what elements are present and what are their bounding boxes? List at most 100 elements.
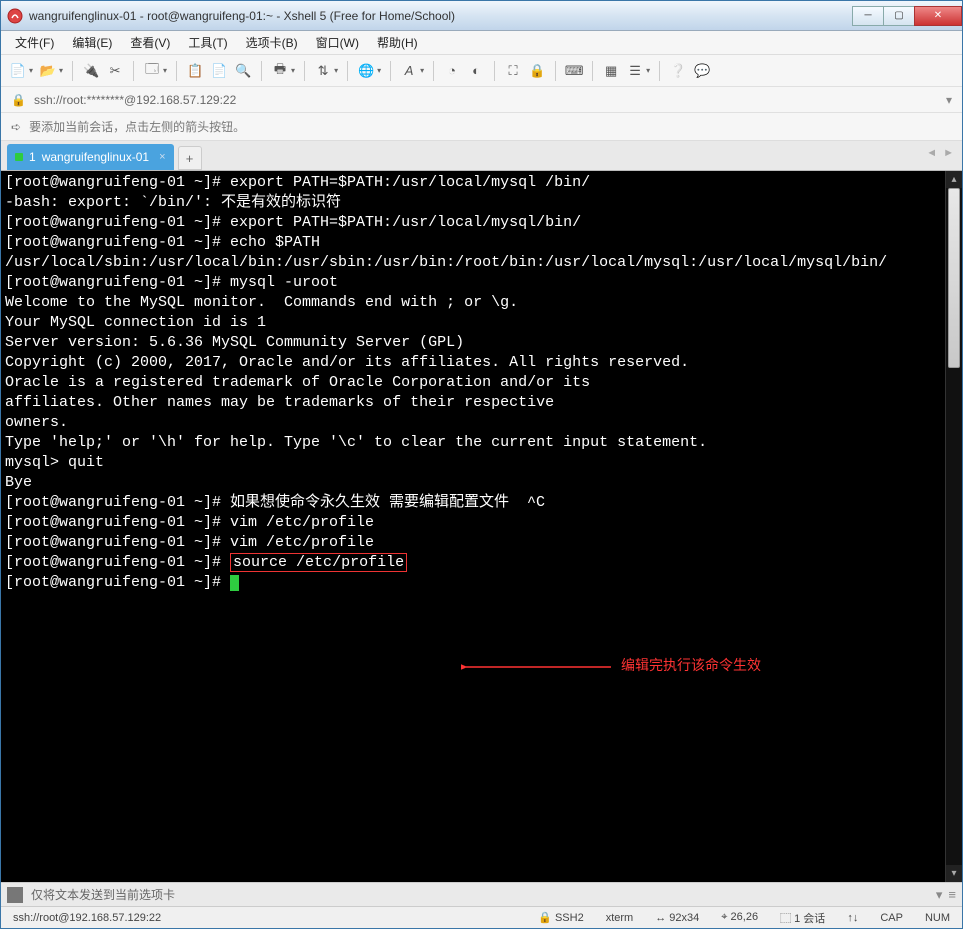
send-bar: 仅将文本发送到当前选项卡 ▾ ≡ (1, 882, 962, 906)
help-icon[interactable]: ❔ (669, 62, 687, 80)
menu-help[interactable]: 帮助(H) (373, 32, 422, 53)
terminal-line: Bye (5, 473, 941, 493)
terminal-line: owners. (5, 413, 941, 433)
print-icon[interactable]: 🖶 (271, 62, 289, 80)
theme-icon[interactable]: ◐ (467, 62, 485, 80)
paste-icon[interactable]: 📄 (210, 62, 228, 80)
tabbar: 1 wangruifenglinux-01 × + ◄ ► (1, 141, 962, 171)
net-down-icon: ↓ (853, 912, 859, 924)
send-list-icon[interactable]: ≡ (948, 887, 956, 903)
terminal-line: [root@wangruifeng-01 ~]# vim /etc/profil… (5, 513, 941, 533)
statusbar: ssh://root@192.168.57.129:22 🔒 SSH2 xter… (1, 906, 962, 928)
terminal-line: [root@wangruifeng-01 ~]# source /etc/pro… (5, 553, 941, 573)
globe-icon[interactable]: 🌐 (357, 62, 375, 80)
terminal-area: [root@wangruifeng-01 ~]# export PATH=$PA… (1, 171, 962, 882)
maximize-button[interactable]: ▢ (883, 6, 915, 26)
annotation-text: 编辑完执行该命令生效 (621, 657, 761, 677)
hint-arrow-icon[interactable]: ➪ (11, 120, 21, 134)
status-cap: CAP (876, 912, 907, 924)
menu-file[interactable]: 文件(F) (11, 32, 58, 53)
properties-icon[interactable]: 🗔 (143, 62, 161, 80)
status-term: xterm (602, 912, 638, 924)
status-num: NUM (921, 912, 954, 924)
annotation-arrow (461, 657, 621, 677)
copy-icon[interactable]: 📋 (186, 62, 204, 80)
scroll-thumb[interactable] (948, 188, 960, 368)
session-tab[interactable]: 1 wangruifenglinux-01 × (7, 144, 174, 170)
status-lock-icon: 🔒 (538, 912, 552, 924)
keyboard-icon[interactable]: ⌨ (565, 62, 583, 80)
titlebar: wangruifenglinux-01 - root@wangruifeng-0… (1, 1, 962, 31)
scrollbar[interactable]: ▴ ▾ (945, 171, 962, 882)
menu-view[interactable]: 查看(V) (126, 32, 174, 53)
tab-close-icon[interactable]: × (159, 151, 165, 163)
terminal-line: mysql> quit (5, 453, 941, 473)
terminal-line: [root@wangruifeng-01 ~]# vim /etc/profil… (5, 533, 941, 553)
menu-edit[interactable]: 编辑(E) (68, 32, 116, 53)
tab-index: 1 (29, 150, 36, 164)
terminal-line: Welcome to the MySQL monitor. Commands e… (5, 293, 941, 313)
disconnect-icon[interactable]: ✂ (106, 62, 124, 80)
address-dropdown-icon[interactable]: ▾ (946, 93, 952, 107)
feedback-icon[interactable]: 💬 (693, 62, 711, 80)
app-icon (7, 8, 23, 24)
find-icon[interactable]: 🔍 (234, 62, 252, 80)
reconnect-icon[interactable]: 🔌 (82, 62, 100, 80)
color-icon[interactable]: ◔ (443, 62, 461, 80)
terminal-line: [root@wangruifeng-01 ~]# mysql -uroot (5, 273, 941, 293)
hint-bar: ➪ 要添加当前会话，点击左侧的箭头按钮。 (1, 113, 962, 141)
scroll-down-icon[interactable]: ▾ (946, 865, 962, 882)
tab-nav: ◄ ► (926, 147, 954, 159)
pos-icon: ⌖ (721, 911, 727, 923)
toolbar: 📄▾ 📂▾ 🔌 ✂ 🗔▾ 📋 📄 🔍 🖶▾ ⇅▾ 🌐▾ A▾ ◔ ◐ ⛶ 🔒 ⌨… (1, 55, 962, 87)
tab-label: wangruifenglinux-01 (42, 150, 149, 164)
add-tab-button[interactable]: + (178, 146, 202, 170)
close-button[interactable]: ✕ (914, 6, 962, 26)
scroll-up-icon[interactable]: ▴ (946, 171, 962, 188)
terminal-line: [root@wangruifeng-01 ~]# 如果想使命令永久生效 需要编辑… (5, 493, 941, 513)
transfer-icon[interactable]: ⇅ (314, 62, 332, 80)
menu-tools[interactable]: 工具(T) (184, 32, 231, 53)
terminal-line: Type 'help;' or '\h' for help. Type '\c'… (5, 433, 941, 453)
terminal-line: Your MySQL connection id is 1 (5, 313, 941, 333)
terminal-line: [root@wangruifeng-01 ~]# export PATH=$PA… (5, 173, 941, 193)
open-folder-icon[interactable]: 📂 (39, 62, 57, 80)
status-ssh: SSH2 (555, 912, 584, 924)
menu-tab[interactable]: 选项卡(B) (242, 32, 302, 53)
status-sessions: 1 会话 (794, 913, 825, 925)
lock-small-icon: 🔒 (11, 93, 26, 107)
tile-icon[interactable]: ▦ (602, 62, 620, 80)
send-target-icon[interactable] (7, 887, 23, 903)
terminal-line: Oracle is a registered trademark of Orac… (5, 373, 941, 393)
status-pos: 26,26 (731, 911, 759, 923)
sessions-icon: ⬚ (780, 913, 791, 925)
terminal-line: /usr/local/sbin:/usr/local/bin:/usr/sbin… (5, 253, 941, 273)
address-url[interactable]: ssh://root:********@192.168.57.129:22 (34, 93, 938, 107)
status-connection: ssh://root@192.168.57.129:22 (9, 912, 520, 924)
minimize-button[interactable]: ─ (852, 6, 884, 26)
fullscreen-icon[interactable]: ⛶ (504, 62, 522, 80)
terminal-line: Server version: 5.6.36 MySQL Community S… (5, 333, 941, 353)
send-dropdown-icon[interactable]: ▾ (936, 887, 943, 903)
size-icon: ↔ (655, 912, 666, 924)
hint-text: 要添加当前会话，点击左侧的箭头按钮。 (29, 118, 245, 135)
send-input[interactable]: 仅将文本发送到当前选项卡 (31, 886, 928, 903)
terminal-line: -bash: export: `/bin/': 不是有效的标识符 (5, 193, 941, 213)
terminal-line: Copyright (c) 2000, 2017, Oracle and/or … (5, 353, 941, 373)
tab-next-icon[interactable]: ► (943, 147, 954, 159)
cascade-icon[interactable]: ☰ (626, 62, 644, 80)
terminal-line: [root@wangruifeng-01 ~]# echo $PATH (5, 233, 941, 253)
terminal-line: [root@wangruifeng-01 ~]# (5, 573, 941, 593)
window-title: wangruifenglinux-01 - root@wangruifeng-0… (29, 9, 853, 23)
highlighted-command: source /etc/profile (230, 553, 407, 572)
terminal[interactable]: [root@wangruifeng-01 ~]# export PATH=$PA… (1, 171, 945, 882)
lock-icon[interactable]: 🔒 (528, 62, 546, 80)
new-session-icon[interactable]: 📄 (9, 62, 27, 80)
menu-window[interactable]: 窗口(W) (312, 32, 363, 53)
menubar: 文件(F) 编辑(E) 查看(V) 工具(T) 选项卡(B) 窗口(W) 帮助(… (1, 31, 962, 55)
app-window: wangruifenglinux-01 - root@wangruifeng-0… (0, 0, 963, 929)
terminal-line: affiliates. Other names may be trademark… (5, 393, 941, 413)
tab-prev-icon[interactable]: ◄ (926, 147, 937, 159)
terminal-line: [root@wangruifeng-01 ~]# export PATH=$PA… (5, 213, 941, 233)
font-icon[interactable]: A (400, 62, 418, 80)
